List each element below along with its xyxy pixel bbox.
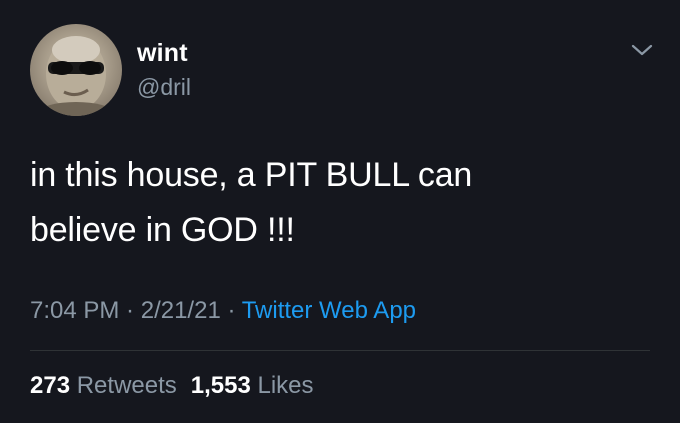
retweets-count: 273 (30, 372, 71, 399)
tweet-source[interactable]: Twitter Web App (242, 297, 416, 324)
tweet-date[interactable]: 2/21/21 (141, 297, 221, 324)
avatar[interactable] (30, 24, 122, 116)
meta-separator: · (220, 297, 242, 324)
likes-label: Likes (257, 372, 314, 399)
tweet-text: in this house, a PIT BULL can believe in… (30, 148, 650, 258)
tweet-stats: 273 Retweets 1,553 Likes (30, 372, 314, 400)
tweet-card: wint @dril in this house, a PIT BULL can… (0, 0, 680, 423)
retweets-label: Retweets (76, 372, 177, 399)
tweet-text-line: believe in GOD !!! (30, 211, 295, 249)
tweet-meta: 7:04 PM · 2/21/21 · Twitter Web App (30, 297, 416, 325)
meta-separator: · (119, 297, 141, 324)
likes-stat[interactable]: 1,553 Likes (191, 372, 314, 399)
avatar-image (40, 36, 112, 116)
likes-count: 1,553 (190, 372, 251, 399)
retweets-stat[interactable]: 273 Retweets (30, 372, 177, 399)
tweet-text-line: in this house, a PIT BULL can (30, 156, 473, 194)
author-handle[interactable]: @dril (137, 74, 191, 101)
chevron-down-icon[interactable] (628, 40, 656, 60)
author-display-name[interactable]: wint (137, 39, 188, 68)
divider (30, 350, 650, 351)
tweet-time[interactable]: 7:04 PM (30, 297, 119, 324)
